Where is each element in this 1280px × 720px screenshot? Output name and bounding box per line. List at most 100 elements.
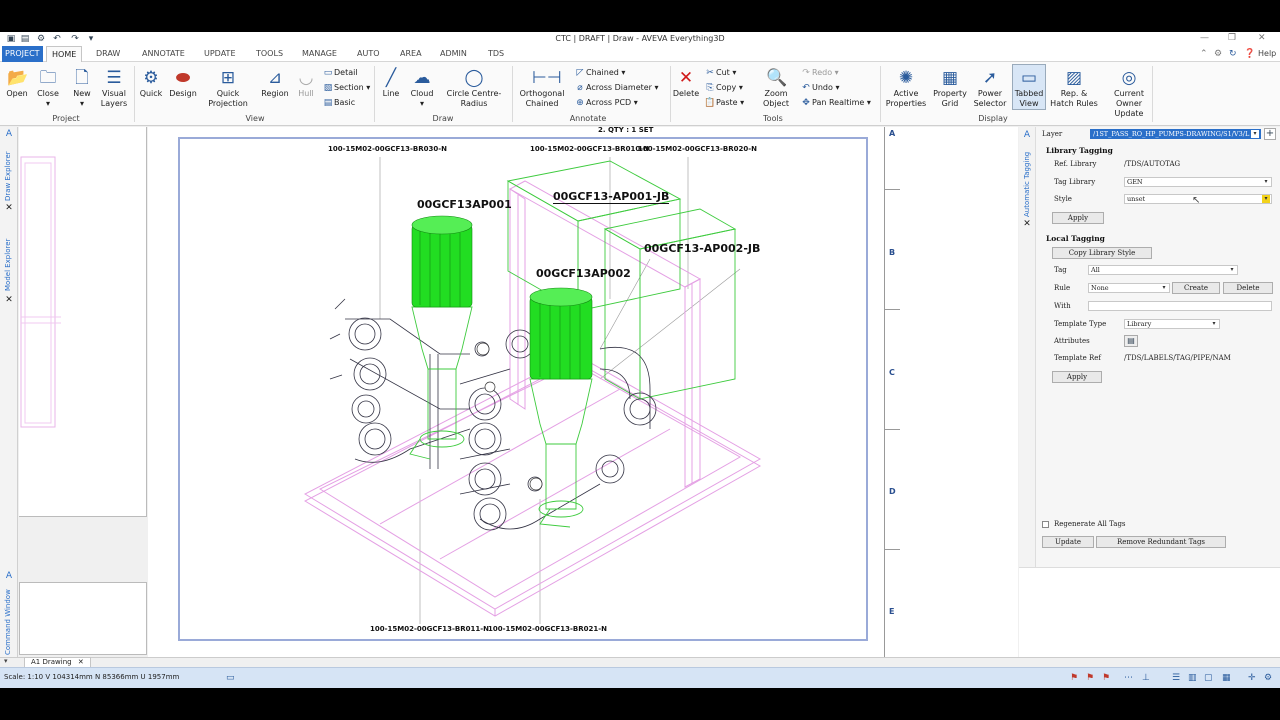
active-properties-button[interactable]: ✺ Active Properties [884, 68, 928, 109]
paste-icon: 📋 [704, 98, 716, 108]
rep-hatch-rules-button[interactable]: ▨ Rep. & Hatch Rules [1048, 68, 1100, 109]
cloud-button[interactable]: ☁ Cloud ▾ [408, 68, 436, 109]
circle-centre-radius-button[interactable]: ◯ Circle Centre- Radius [446, 68, 502, 109]
library-apply-button[interactable]: Apply [1052, 212, 1104, 224]
tab-area[interactable]: AREA [400, 49, 422, 58]
pan-realtime-button[interactable]: ✥ Pan Realtime ▾ [800, 98, 871, 108]
power-selector-button[interactable]: ➚ Power Selector [972, 68, 1008, 109]
window-icon[interactable]: ▢ [1204, 673, 1213, 683]
open-button[interactable]: 📂 Open [4, 68, 30, 99]
minimize-icon[interactable]: — [1200, 33, 1209, 43]
tab-tds[interactable]: TDS [488, 49, 504, 58]
snap-icon[interactable]: ⚑ [1102, 673, 1110, 683]
tab-draw[interactable]: DRAW [96, 49, 120, 58]
settings-gear-icon[interactable]: ⚙ [1264, 673, 1272, 683]
undo-button[interactable]: ↶ Undo ▾ [800, 83, 839, 93]
rule-dropdown[interactable]: None ▾ [1088, 283, 1170, 293]
refresh-icon[interactable]: ↻ [1229, 49, 1237, 59]
close-button[interactable]: 🗀 Close ▾ [34, 68, 62, 109]
snap-icon[interactable]: ⚑ [1086, 673, 1094, 683]
across-diameter-button[interactable]: ⌀ Across Diameter ▾ [574, 83, 658, 93]
tab-tools[interactable]: TOOLS [256, 49, 283, 58]
update-button[interactable]: Update [1042, 536, 1094, 548]
model-explorer-tab[interactable]: Model Explorer [4, 221, 12, 291]
copy-button[interactable]: ⎘ Copy ▾ [704, 83, 742, 93]
across-pcd-button[interactable]: ⊕ Across PCD ▾ [574, 98, 638, 108]
help-icon[interactable]: ❓ [1244, 49, 1255, 59]
crosshair-icon[interactable]: ✛ [1248, 673, 1256, 683]
model-explorer-close-icon[interactable]: ✕ [4, 295, 14, 305]
collapse-ribbon-icon[interactable]: ⌃ [1200, 49, 1208, 59]
current-owner-update-button[interactable]: ◎ Current Owner Update [1108, 68, 1150, 119]
tab-home[interactable]: HOME [46, 46, 83, 63]
tag-library-dropdown[interactable]: GEN ▾ [1124, 177, 1272, 187]
command-window-tab[interactable]: Command Window [4, 585, 12, 655]
dock-pin-icon[interactable]: A [1022, 130, 1032, 140]
regenerate-all-checkbox[interactable] [1042, 521, 1049, 528]
quick-projection-button[interactable]: ⊞ Quick Projection [206, 68, 250, 109]
add-layer-icon[interactable]: + [1264, 128, 1276, 140]
tab-update[interactable]: UPDATE [204, 49, 236, 58]
layer-dropdown[interactable]: /1ST_PASS_RO_HP_PUMPS-DRAWING/S1/V3/L ▾ [1090, 129, 1261, 139]
tab-admin[interactable]: ADMIN [440, 49, 467, 58]
quick-button[interactable]: ⚙ Quick [138, 68, 164, 99]
cut-button[interactable]: ✂ Cut ▾ [704, 68, 736, 78]
draw-explorer-close-icon[interactable]: ✕ [4, 203, 14, 213]
delete-button[interactable]: ✕ Delete [672, 68, 700, 99]
ortho-toggle-icon[interactable]: ⊥ [1142, 673, 1150, 683]
paste-button[interactable]: 📋Paste ▾ [704, 98, 744, 108]
delete-rule-button[interactable]: Delete [1223, 282, 1273, 294]
close-icon[interactable]: ✕ [1258, 33, 1266, 43]
command-window-panel[interactable] [19, 582, 147, 655]
ribbon-tabs: PROJECT HOME DRAW ANNOTATE UPDATE TOOLS … [0, 46, 1280, 63]
automatic-tagging-tab[interactable]: Automatic Tagging [1023, 145, 1031, 217]
create-button[interactable]: Create [1172, 282, 1220, 294]
tab-manage[interactable]: MANAGE [302, 49, 337, 58]
close-tab-icon[interactable]: ✕ [78, 658, 84, 666]
new-button[interactable]: 🗋 New ▾ [68, 68, 96, 109]
diameter-icon: ⌀ [577, 83, 583, 93]
section-button[interactable]: ▧ Section ▾ [322, 83, 371, 93]
attributes-picker-icon[interactable]: ▤ [1124, 335, 1138, 347]
restore-icon[interactable]: ❐ [1228, 33, 1236, 43]
tab-project[interactable]: PROJECT [2, 46, 43, 62]
tab-annotate[interactable]: ANNOTATE [142, 49, 185, 58]
tabbed-view-icon: ▭ [1020, 68, 1038, 88]
dock-pin-icon[interactable]: A [4, 129, 14, 139]
hull-button[interactable]: ◡ Hull [294, 68, 318, 99]
tag-ap002-jb: 00GCF13-AP002-JB [644, 242, 761, 255]
with-input[interactable] [1088, 301, 1272, 311]
redo-button[interactable]: ↷ Redo ▾ [800, 68, 838, 78]
grid-toggle-icon[interactable]: ⋯ [1124, 673, 1133, 683]
options-icon[interactable]: ⚙ [1214, 49, 1222, 59]
list-icon[interactable]: ☰ [1172, 673, 1180, 683]
region-button[interactable]: ⊿ Region [260, 68, 290, 99]
tab-menu-icon[interactable]: ▾ [4, 657, 8, 665]
chained-button[interactable]: ◸ Chained ▾ [574, 68, 626, 78]
table-icon[interactable]: ▦ [1222, 673, 1231, 683]
remove-redundant-tags-button[interactable]: Remove Redundant Tags [1096, 536, 1226, 548]
property-grid-button[interactable]: ▦ Property Grid [930, 68, 970, 109]
tag-dropdown[interactable]: All ▾ [1088, 265, 1238, 275]
basic-button[interactable]: ▤ Basic [322, 98, 355, 108]
copy-library-style-button[interactable]: Copy Library Style [1052, 247, 1152, 259]
draw-explorer-tab[interactable]: Draw Explorer [4, 141, 12, 201]
tab-auto[interactable]: AUTO [357, 49, 380, 58]
template-type-dropdown[interactable]: Library ▾ [1124, 319, 1220, 329]
tagging-close-icon[interactable]: ✕ [1022, 219, 1032, 229]
dock-pin-icon[interactable]: A [4, 571, 14, 581]
visual-layers-button[interactable]: ☰ Visual Layers [98, 68, 130, 109]
tabbed-view-button[interactable]: ▭ Tabbed View [1012, 64, 1046, 110]
design-button[interactable]: ⬬ Design [168, 68, 198, 99]
drawing-canvas[interactable]: 2. QTY : 1 SET 100-15M02-00GCF13-BR030-N… [148, 126, 884, 657]
detail-button[interactable]: ▭ Detail [322, 68, 358, 78]
line-button[interactable]: ╱ Line [380, 68, 402, 99]
orthogonal-chained-button[interactable]: ⊢⊣ Orthogonal Chained [518, 68, 566, 109]
message-icon[interactable]: ▭ [226, 673, 235, 683]
zoom-object-button[interactable]: 🔍 Zoom Object [760, 68, 792, 109]
help-link[interactable]: Help [1258, 49, 1276, 58]
local-apply-button[interactable]: Apply [1052, 371, 1102, 383]
layout-icon[interactable]: ▥ [1188, 673, 1197, 683]
pan-icon: ✥ [802, 98, 810, 108]
snap-icon[interactable]: ⚑ [1070, 673, 1078, 683]
